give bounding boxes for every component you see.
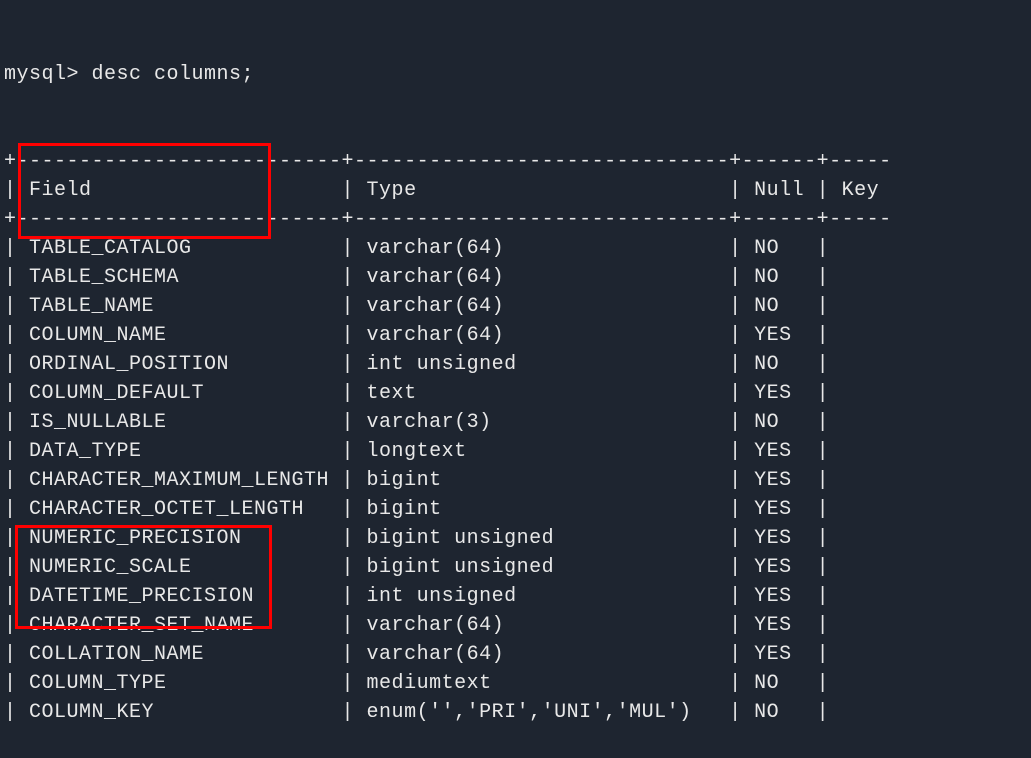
table-row: | NUMERIC_SCALE | bigint unsigned | YES … (4, 553, 1027, 582)
command-line[interactable]: mysql> desc columns; (4, 60, 1027, 89)
table-row: | TABLE_CATALOG | varchar(64) | NO | (4, 234, 1027, 263)
query-result-table: +--------------------------+------------… (4, 147, 1027, 727)
sql-command: desc columns; (92, 63, 255, 86)
table-row: | TABLE_SCHEMA | varchar(64) | NO | (4, 263, 1027, 292)
table-border-header: +--------------------------+------------… (4, 205, 1027, 234)
table-row: | NUMERIC_PRECISION | bigint unsigned | … (4, 524, 1027, 553)
table-row: | DATA_TYPE | longtext | YES | (4, 437, 1027, 466)
table-border-top: +--------------------------+------------… (4, 147, 1027, 176)
table-row: | DATETIME_PRECISION | int unsigned | YE… (4, 582, 1027, 611)
table-row: | IS_NULLABLE | varchar(3) | NO | (4, 408, 1027, 437)
table-row: | COLUMN_TYPE | mediumtext | NO | (4, 669, 1027, 698)
table-row: | COLUMN_KEY | enum('','PRI','UNI','MUL'… (4, 698, 1027, 727)
table-header-row: | Field | Type | Null | Key (4, 176, 1027, 205)
table-row: | ORDINAL_POSITION | int unsigned | NO | (4, 350, 1027, 379)
terminal-output: mysql> desc columns; +------------------… (0, 0, 1031, 758)
mysql-prompt: mysql> (4, 63, 79, 86)
table-row: | COLUMN_NAME | varchar(64) | YES | (4, 321, 1027, 350)
table-row: | CHARACTER_OCTET_LENGTH | bigint | YES … (4, 495, 1027, 524)
table-row: | COLUMN_DEFAULT | text | YES | (4, 379, 1027, 408)
table-row: | TABLE_NAME | varchar(64) | NO | (4, 292, 1027, 321)
table-row: | CHARACTER_MAXIMUM_LENGTH | bigint | YE… (4, 466, 1027, 495)
table-row: | COLLATION_NAME | varchar(64) | YES | (4, 640, 1027, 669)
